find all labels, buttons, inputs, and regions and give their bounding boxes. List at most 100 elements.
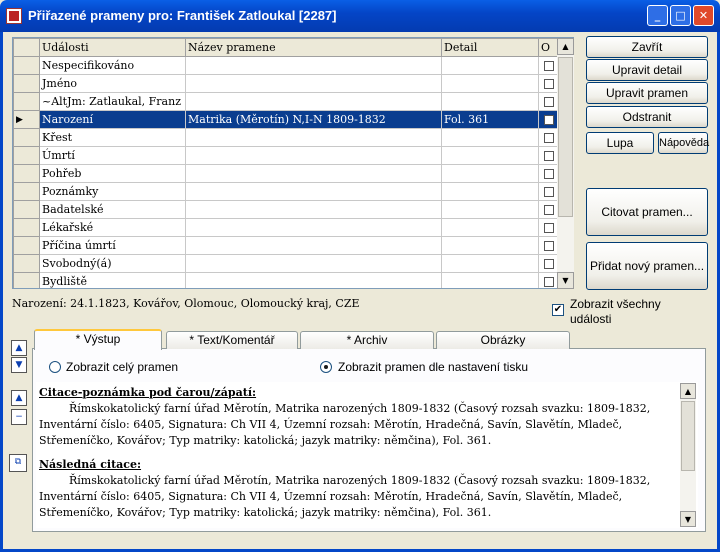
- event-cell[interactable]: ~AltJm: Zatlaukal, Franz: [39, 92, 186, 111]
- move-down-icon[interactable]: ▼: [11, 357, 27, 373]
- col-header-events[interactable]: Události: [39, 38, 186, 57]
- citation-text-area[interactable]: Citace-poznámka pod čarou/zápatí: Římsko…: [36, 382, 698, 528]
- detail-cell[interactable]: [441, 236, 539, 255]
- minimize-icon[interactable]: _: [647, 5, 668, 26]
- o-checkbox[interactable]: [543, 223, 554, 233]
- detail-cell[interactable]: [441, 92, 539, 111]
- add-source-button[interactable]: Přidat nový pramen...: [586, 242, 708, 290]
- o-cell[interactable]: [538, 56, 559, 75]
- row-selector[interactable]: ▶: [13, 110, 40, 129]
- source-cell[interactable]: [185, 254, 442, 273]
- table-row[interactable]: Poznámky: [13, 182, 559, 201]
- radio-full-source[interactable]: [49, 361, 61, 373]
- event-cell[interactable]: Příčina úmrtí: [39, 236, 186, 255]
- magnifier-button[interactable]: Lupa: [586, 132, 654, 154]
- cite-source-button[interactable]: Citovat pramen...: [586, 188, 708, 236]
- table-row[interactable]: Příčina úmrtí: [13, 236, 559, 255]
- event-cell[interactable]: Jméno: [39, 74, 186, 93]
- maximize-icon[interactable]: □: [670, 5, 691, 26]
- event-cell[interactable]: Křest: [39, 128, 186, 147]
- edit-source-button[interactable]: Upravit pramen: [586, 82, 708, 104]
- row-selector[interactable]: [13, 56, 40, 75]
- minus-icon[interactable]: −: [11, 409, 27, 425]
- move-up-icon[interactable]: ▲: [11, 340, 27, 356]
- table-row[interactable]: Badatelské: [13, 200, 559, 219]
- tab-images[interactable]: Obrázky: [436, 331, 570, 349]
- detail-cell[interactable]: [441, 74, 539, 93]
- o-cell[interactable]: [538, 164, 559, 183]
- citation-scrollbar[interactable]: ▲ ▼: [680, 383, 696, 527]
- o-checkbox[interactable]: [543, 79, 554, 89]
- detail-cell[interactable]: [441, 56, 539, 75]
- help-button[interactable]: Nápověda: [658, 132, 709, 154]
- text-scroll-thumb[interactable]: [681, 401, 695, 471]
- o-checkbox[interactable]: [543, 169, 554, 179]
- table-row[interactable]: Svobodný(á): [13, 254, 559, 273]
- table-row[interactable]: Bydliště: [13, 272, 559, 288]
- source-cell[interactable]: Matrika (Měrotín) N,I-N 1809-1832: [185, 110, 442, 129]
- table-row[interactable]: ▶ Narození Matrika (Měrotín) N,I-N 1809-18…: [13, 110, 559, 129]
- col-header-detail[interactable]: Detail: [441, 38, 539, 57]
- row-selector[interactable]: [13, 218, 40, 237]
- source-cell[interactable]: [185, 74, 442, 93]
- o-cell[interactable]: [538, 128, 559, 147]
- row-selector[interactable]: [13, 146, 40, 165]
- table-row[interactable]: Nespecifikováno: [13, 56, 559, 75]
- source-cell[interactable]: [185, 92, 442, 111]
- event-cell[interactable]: Lékařské: [39, 218, 186, 237]
- tab-text-comment[interactable]: * Text/Komentář: [166, 331, 298, 349]
- o-checkbox[interactable]: [543, 133, 554, 143]
- table-row[interactable]: Pohřeb: [13, 164, 559, 183]
- row-selector[interactable]: [13, 92, 40, 111]
- row-selector[interactable]: [13, 272, 40, 288]
- event-cell[interactable]: Nespecifikováno: [39, 56, 186, 75]
- event-cell[interactable]: Badatelské: [39, 200, 186, 219]
- o-cell[interactable]: [538, 218, 559, 237]
- source-cell[interactable]: [185, 236, 442, 255]
- detail-cell[interactable]: [441, 164, 539, 183]
- close-button[interactable]: Zavřít: [586, 36, 708, 58]
- edit-detail-button[interactable]: Upravit detail: [586, 59, 708, 81]
- o-cell[interactable]: [538, 146, 559, 165]
- grid-scroll-thumb[interactable]: [558, 57, 573, 217]
- close-window-icon[interactable]: ✕: [693, 5, 714, 26]
- o-cell[interactable]: [538, 236, 559, 255]
- scroll-up-icon[interactable]: ▲: [557, 38, 574, 55]
- row-selector[interactable]: [13, 74, 40, 93]
- col-header-source[interactable]: Název pramene: [185, 38, 442, 57]
- o-checkbox[interactable]: [543, 259, 554, 269]
- event-cell[interactable]: Úmrtí: [39, 146, 186, 165]
- tab-archive[interactable]: * Archiv: [300, 331, 434, 349]
- row-selector[interactable]: [13, 254, 40, 273]
- detail-cell[interactable]: [441, 200, 539, 219]
- table-row[interactable]: ~AltJm: Zatlaukal, Franz: [13, 92, 559, 111]
- grid-scrollbar[interactable]: ▲ ▼: [557, 38, 574, 289]
- title-bar[interactable]: Přiřazené prameny pro: František Zatlouk…: [0, 0, 720, 32]
- source-cell[interactable]: [185, 200, 442, 219]
- source-cell[interactable]: [185, 146, 442, 165]
- o-checkbox[interactable]: [543, 205, 554, 215]
- copy-icon[interactable]: ⧉: [9, 454, 27, 472]
- show-all-events-checkbox[interactable]: ✔: [552, 304, 564, 316]
- tab-output[interactable]: * Výstup: [34, 329, 162, 350]
- o-cell[interactable]: [538, 110, 559, 129]
- o-cell[interactable]: [538, 182, 559, 201]
- detail-cell[interactable]: [441, 218, 539, 237]
- o-cell[interactable]: [538, 200, 559, 219]
- o-checkbox[interactable]: [543, 241, 554, 251]
- row-selector[interactable]: [13, 236, 40, 255]
- row-selector[interactable]: [13, 164, 40, 183]
- source-cell[interactable]: [185, 182, 442, 201]
- table-row[interactable]: Úmrtí: [13, 146, 559, 165]
- o-checkbox[interactable]: [543, 187, 554, 197]
- radio-print-settings[interactable]: [320, 361, 332, 373]
- o-checkbox[interactable]: [543, 115, 554, 125]
- source-cell[interactable]: [185, 56, 442, 75]
- detail-cell[interactable]: [441, 146, 539, 165]
- table-row[interactable]: Jméno: [13, 74, 559, 93]
- events-grid[interactable]: Události Název pramene Detail O Nespecif…: [12, 37, 574, 289]
- source-cell[interactable]: [185, 128, 442, 147]
- source-cell[interactable]: [185, 272, 442, 288]
- detail-cell[interactable]: [441, 128, 539, 147]
- row-selector[interactable]: [13, 182, 40, 201]
